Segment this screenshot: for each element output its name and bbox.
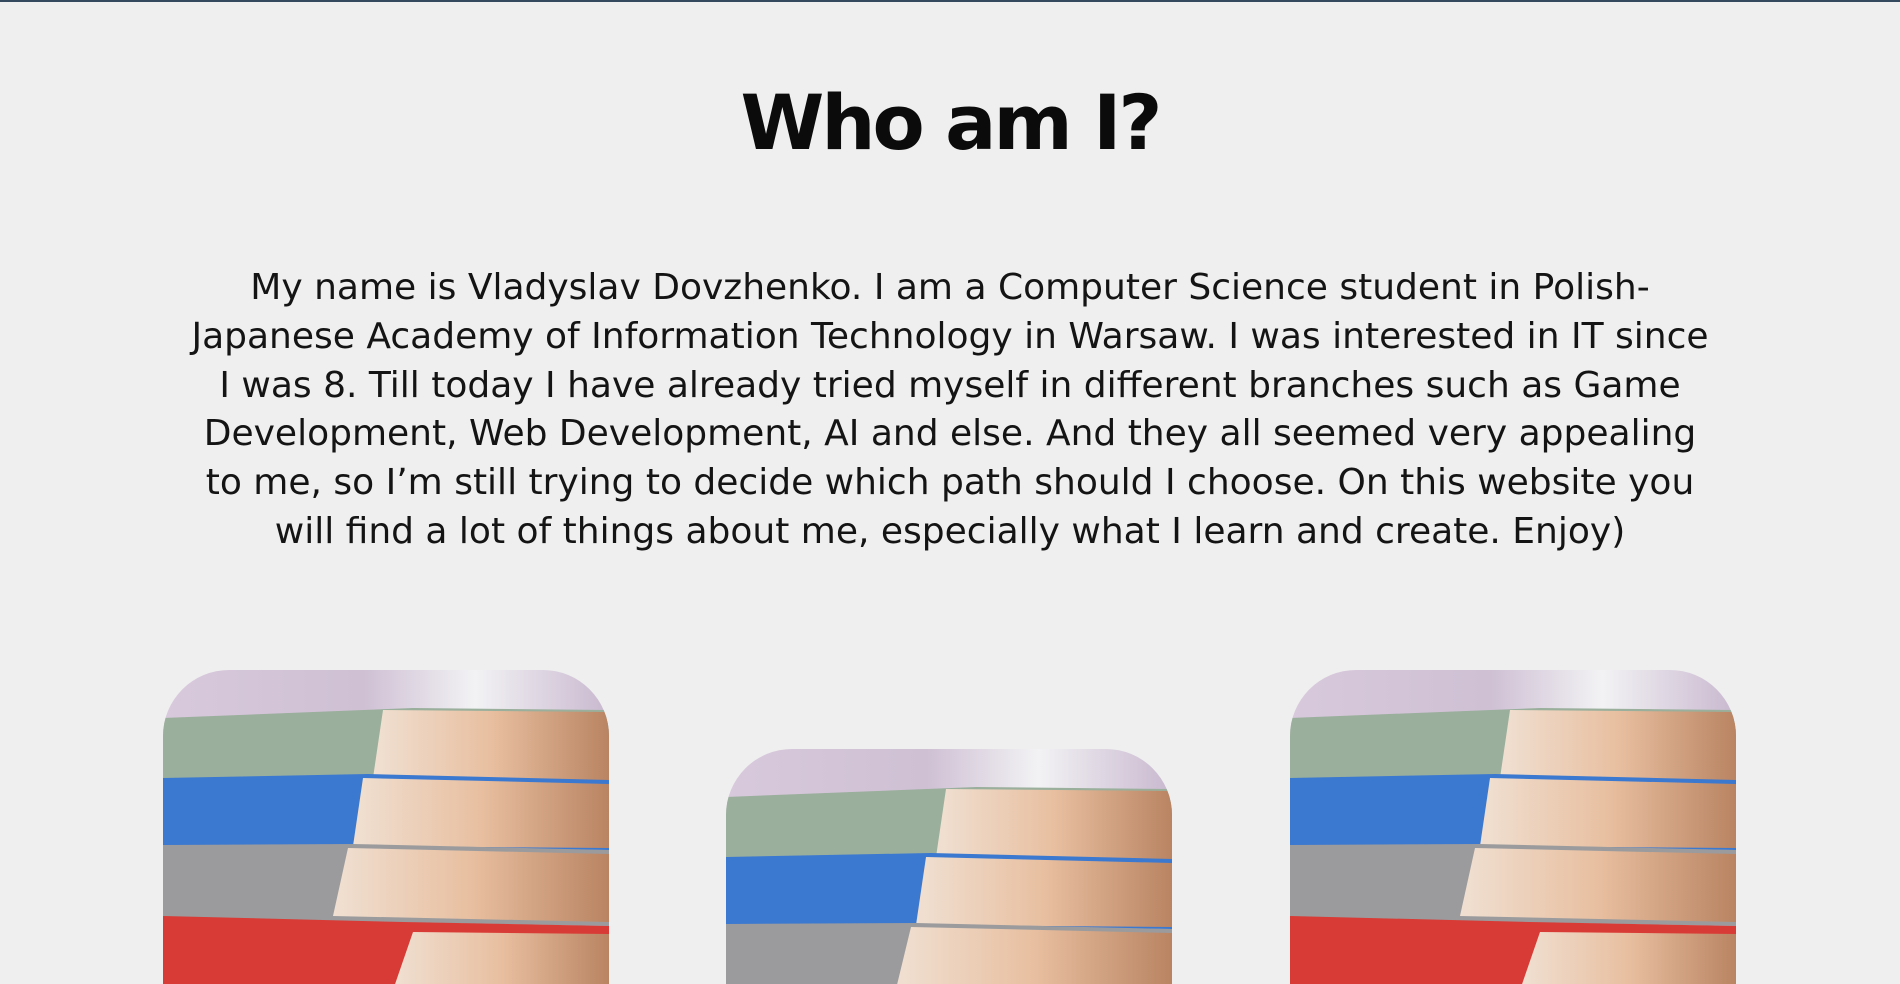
about-page: Who am I? My name is Vladyslav Dovzhenko…: [0, 0, 1900, 984]
stack-of-books-photo: [163, 670, 609, 984]
page-title: Who am I?: [740, 78, 1163, 167]
stack-of-books-photo: [726, 749, 1172, 984]
books-image-right: [1290, 670, 1736, 984]
stack-of-books-photo: [1290, 670, 1736, 984]
books-image-center: [726, 749, 1172, 984]
bio-paragraph: My name is Vladyslav Dovzhenko. I am a C…: [191, 267, 1709, 552]
books-image-left: [163, 670, 609, 984]
